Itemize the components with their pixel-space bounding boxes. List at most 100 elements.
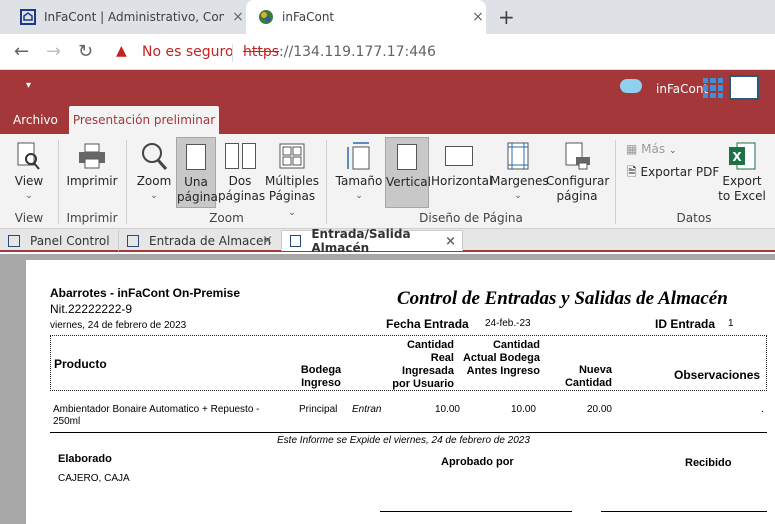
table-row-bodega: Principal — [299, 404, 338, 415]
col-actual-1: Cantidad — [492, 339, 540, 351]
size-label: Tamaño — [335, 174, 383, 188]
group-divider — [58, 140, 59, 224]
doc-tab-entrada-salida-almacen[interactable]: Entrada/Salida Almacén × — [281, 227, 463, 255]
fecha-entrada-value: 24-feb.-23 — [485, 318, 531, 329]
reload-icon[interactable]: ↻ — [78, 41, 93, 62]
table-row-tipo: Entran — [352, 404, 382, 415]
security-label[interactable]: No es seguro — [142, 44, 234, 60]
vertical-label: Vertical — [386, 175, 431, 189]
cloud-icon[interactable] — [620, 79, 642, 93]
two-pages-icon — [224, 143, 256, 169]
browser-tab-infacont[interactable]: inFaCont × — [246, 0, 486, 34]
table-row-nueva: 20.00 — [586, 404, 612, 415]
address-separator — [232, 44, 233, 62]
zoom-button[interactable]: Zoom ⌄ — [133, 134, 175, 204]
elaborado-value: CAJERO, CAJA — [58, 473, 130, 484]
url-field[interactable]: https://134.119.177.17:446 — [243, 44, 436, 60]
ribbon-tab-presentacion-preliminar[interactable]: Presentación preliminar — [69, 106, 219, 134]
more-label: Más — [641, 142, 666, 156]
close-icon[interactable]: × — [262, 233, 273, 248]
col-actual-2: Actual Bodega — [462, 352, 540, 364]
export-excel-label-2: to Excel — [718, 189, 766, 203]
col-bodega-2: Ingreso — [301, 377, 341, 389]
doc-tab-label: Panel Control — [30, 233, 110, 248]
doc-tab-entrada-almacen[interactable]: Entrada de Almacen × — [118, 230, 279, 251]
close-tab-icon[interactable]: × — [230, 9, 246, 25]
margins-button[interactable]: Margenes ⌄ — [490, 134, 549, 204]
two-pages-label-1: Dos — [228, 174, 252, 188]
producto-line-1: Ambientador Bonaire Automatico + Repuest… — [53, 404, 260, 415]
col-cantidad-real: Cantidad Real Ingresada por Usuario — [388, 339, 454, 391]
house-favicon-icon — [20, 9, 36, 25]
one-page-label-2: página — [177, 190, 218, 204]
group-page-design-label: Diseño de Página — [419, 211, 523, 225]
col-cantidad-actual: Cantidad Actual Bodega Antes Ingreso — [456, 339, 540, 378]
close-tab-icon[interactable]: × — [470, 9, 486, 25]
one-page-label-1: Una — [184, 175, 208, 189]
report-title: Control de Entradas y Salidas de Almacén — [397, 288, 728, 309]
id-entrada-value: 1 — [728, 318, 734, 329]
chevron-down-icon: ⌄ — [150, 191, 158, 201]
col-bodega-1: Bodega — [300, 364, 342, 376]
table-row-cantidad: 10.00 — [434, 404, 460, 415]
close-icon[interactable]: × — [445, 234, 456, 249]
horizontal-button[interactable]: Horizontal — [431, 134, 492, 189]
globe-favicon-icon — [259, 10, 273, 24]
export-excel-label-1: Export — [722, 174, 762, 188]
margins-icon — [507, 142, 529, 170]
col-bodega: Bodega Ingreso — [294, 364, 348, 390]
print-label: Imprimir — [66, 174, 118, 188]
footer-divider — [50, 432, 767, 433]
new-tab-button[interactable]: + — [498, 5, 515, 29]
one-page-button[interactable]: Una página — [176, 137, 218, 208]
apps-grid-icon[interactable] — [703, 78, 723, 98]
more-button[interactable]: ▦ Más ⌄ — [626, 142, 677, 159]
company-name: Abarrotes - inFaCont On-Premise — [50, 286, 241, 300]
more-icon: ▦ — [626, 142, 638, 156]
margins-label: Margenes — [490, 174, 549, 188]
vertical-button[interactable]: Vertical — [385, 137, 431, 208]
calculator-icon[interactable] — [729, 75, 759, 100]
print-button[interactable]: Imprimir — [64, 134, 120, 189]
home-icon — [290, 235, 302, 247]
size-button[interactable]: Tamaño ⌄ — [334, 134, 384, 204]
landscape-page-icon — [445, 146, 473, 166]
aprobado-label: Aprobado por — [441, 456, 514, 468]
id-entrada-label: ID Entrada — [655, 317, 716, 331]
quick-access-dropdown-icon[interactable]: ▾ — [26, 80, 31, 91]
col-nueva-2: Cantidad — [564, 377, 612, 389]
browser-tab-administrativo[interactable]: InFaCont | Administrativo, Contat × — [8, 0, 246, 34]
col-actual-3: Antes Ingreso — [466, 365, 540, 377]
doc-tab-label: Entrada/Salida Almacén — [311, 227, 411, 255]
ribbon-tab-archivo[interactable]: Archivo — [13, 106, 58, 134]
fecha-entrada-label: Fecha Entrada — [386, 317, 469, 331]
view-button[interactable]: View ⌄ — [8, 134, 50, 204]
back-arrow-icon[interactable]: ← — [14, 41, 29, 62]
multiple-pages-button[interactable]: Múltiples Páginas ⌄ — [264, 134, 320, 221]
two-pages-button[interactable]: Dos páginas — [218, 134, 265, 204]
svg-text:X: X — [732, 150, 742, 164]
col-cant-2: Real — [430, 352, 454, 364]
export-pdf-label: Exportar PDF — [640, 165, 720, 179]
recibido-label: Recibido — [685, 457, 732, 469]
url-host: ://134.119.177.17:446 — [279, 44, 436, 60]
forward-arrow-icon[interactable]: → — [46, 41, 61, 62]
table-row-actual: 10.00 — [510, 404, 536, 415]
single-page-icon — [186, 144, 206, 170]
page-setup-label-1: Configurar — [546, 174, 610, 188]
export-pdf-button[interactable]: 🗎 Exportar PDF — [627, 165, 719, 180]
page-setup-icon — [565, 142, 590, 170]
page-setup-button[interactable]: Configurar página — [546, 134, 610, 204]
address-bar: ← → ↻ ▲ No es seguro https://134.119.177… — [0, 34, 775, 70]
url-scheme: https — [243, 44, 280, 60]
warning-triangle-icon[interactable]: ▲ — [116, 43, 127, 59]
page-setup-label-2: página — [556, 189, 598, 203]
doc-tab-panel-control[interactable]: Panel Control — [0, 230, 115, 251]
excel-icon: X — [729, 142, 756, 170]
group-zoom-label: Zoom — [209, 211, 244, 225]
export-excel-button[interactable]: X Export to Excel — [718, 134, 766, 204]
brand-label: inFaCont — [656, 82, 709, 96]
elaborado-label: Elaborado — [58, 453, 112, 465]
group-data-label: Datos — [676, 211, 712, 225]
view-label: View — [14, 174, 44, 188]
